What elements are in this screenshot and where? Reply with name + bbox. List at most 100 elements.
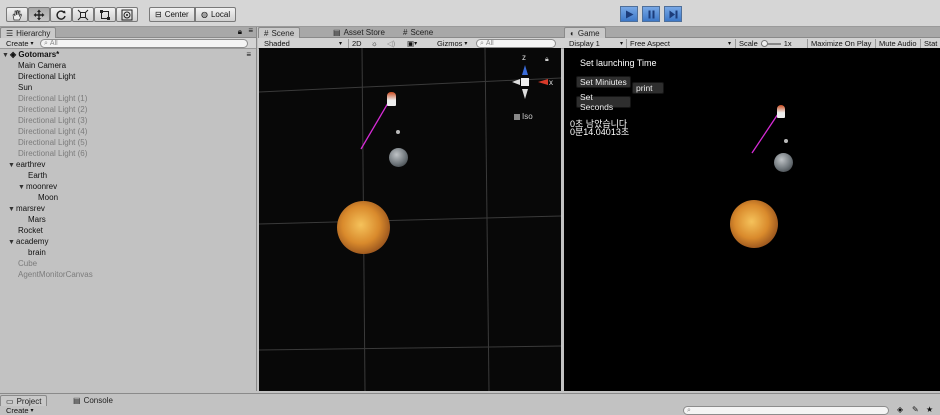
hierarchy-item-label: Directional Light (5) — [18, 138, 88, 147]
hierarchy-item[interactable]: Earth — [0, 170, 255, 181]
scale-icon — [77, 9, 89, 20]
hierarchy-item-label: Directional Light (1) — [18, 94, 88, 103]
rotate-icon — [56, 9, 66, 20]
gizmos-dropdown[interactable]: Gizmos ▾ — [434, 39, 470, 48]
hierarchy-item[interactable]: Directional Light (1) — [0, 93, 255, 104]
tab-asset-store[interactable]: ▤ Asset Store — [328, 27, 390, 38]
globe-icon: ◍ — [201, 10, 208, 19]
display-dropdown[interactable]: Display 1 ▾ — [566, 39, 626, 48]
scene-search-input[interactable]: ⌕ All — [476, 39, 556, 48]
hierarchy-item[interactable]: ▼earthrev — [0, 159, 255, 170]
audio-toggle[interactable]: ◁) — [384, 39, 398, 48]
hierarchy-item[interactable]: Directional Light (2) — [0, 104, 255, 115]
hierarchy-item-label: Directional Light (6) — [18, 149, 88, 158]
transform-tool-button[interactable] — [116, 7, 138, 22]
earth[interactable] — [389, 148, 408, 167]
stats-toggle[interactable]: Stat — [920, 39, 940, 48]
store-icon: ▤ — [333, 28, 341, 37]
effects-dropdown[interactable]: ▣ ▾ — [404, 39, 420, 48]
hierarchy-item[interactable]: Rocket — [0, 225, 255, 236]
pause-button[interactable] — [642, 6, 660, 22]
moon[interactable] — [396, 130, 400, 134]
hierarchy-item-label: academy — [16, 237, 49, 246]
filter-icon[interactable]: ◈ — [897, 405, 903, 414]
hierarchy-item[interactable]: Main Camera — [0, 60, 255, 71]
rect-tool-button[interactable] — [94, 7, 116, 22]
tab-console[interactable]: ▤ Console — [68, 395, 118, 406]
lock-icon[interactable]: 🔒︎ — [238, 27, 242, 37]
rocket[interactable] — [387, 92, 396, 106]
iso-toggle[interactable]: Iso — [514, 112, 533, 121]
game-viewport[interactable]: Set launching Time Set Miniutes print Se… — [564, 48, 940, 391]
tab-hierarchy[interactable]: ☰ Hierarchy — [0, 27, 57, 38]
hierarchy-item-label: earthrev — [16, 160, 46, 169]
hierarchy-item[interactable]: Cube — [0, 258, 255, 269]
scale-tool-button[interactable] — [72, 7, 94, 22]
hand-tool-button[interactable] — [6, 7, 28, 22]
tab-project-label: Project — [16, 396, 42, 406]
star-icon[interactable]: ★ — [926, 405, 933, 414]
step-icon — [669, 10, 677, 18]
hierarchy-item[interactable]: ▼academy — [0, 236, 255, 247]
shading-dropdown[interactable]: Shaded ▾ — [261, 39, 345, 48]
panel-menu-icon[interactable]: ≡ — [248, 26, 253, 35]
scene-menu-icon[interactable]: ≡ — [246, 49, 251, 60]
hierarchy-item[interactable]: Moon — [0, 192, 255, 203]
hierarchy-item-label: moonrev — [26, 182, 58, 191]
lighting-toggle[interactable]: ☼ — [368, 39, 381, 48]
hierarchy-item[interactable]: Sun — [0, 82, 255, 93]
hierarchy-item[interactable]: Directional Light — [0, 71, 255, 82]
hierarchy-item[interactable]: Directional Light (5) — [0, 137, 255, 148]
mute-audio-toggle[interactable]: Mute Audio — [875, 39, 920, 48]
hierarchy-item-label: brain — [28, 248, 46, 257]
pacman-icon: ◐ — [570, 28, 575, 38]
create-label: Create — [6, 39, 29, 48]
hierarchy-item-label: marsrev — [16, 204, 45, 213]
aspect-dropdown[interactable]: Free Aspect ▾ — [626, 39, 734, 48]
mars[interactable] — [337, 201, 390, 254]
hierarchy-search-input[interactable]: ⌕ All — [40, 39, 248, 48]
tab-scene[interactable]: # Scene — [258, 27, 301, 38]
scale-slider[interactable]: Scale 1x — [735, 39, 795, 48]
hierarchy-item[interactable]: AgentMonitorCanvas — [0, 269, 255, 280]
hierarchy-item-label: Directional Light (3) — [18, 116, 88, 125]
scene-viewport[interactable]: z x 🔒︎ Iso — [259, 48, 561, 391]
image-icon: ▣ — [407, 39, 415, 48]
tab-project[interactable]: ▭ Project — [0, 395, 48, 406]
hierarchy-item[interactable]: Directional Light (4) — [0, 126, 255, 137]
chevron-down-icon: ▾ — [619, 41, 623, 47]
hierarchy-item[interactable]: brain — [0, 247, 255, 258]
shading-label: Shaded — [264, 39, 290, 48]
tag-icon[interactable]: ✎ — [912, 405, 919, 414]
slider-thumb[interactable] — [760, 39, 768, 47]
tab-hierarchy-label: Hierarchy — [16, 28, 51, 38]
space-toggle[interactable]: ◍ Local — [195, 7, 237, 22]
speaker-icon: ◁) — [387, 39, 396, 48]
rotate-tool-button[interactable] — [50, 7, 72, 22]
chevron-down-icon: ▾ — [464, 41, 468, 47]
hierarchy-item[interactable]: Mars — [0, 214, 255, 225]
pivot-label: Center — [164, 10, 189, 19]
step-button[interactable] — [664, 6, 682, 22]
hierarchy-item[interactable]: ▼moonrev — [0, 181, 255, 192]
hierarchy-item[interactable]: ▼marsrev — [0, 203, 255, 214]
play-button[interactable] — [620, 6, 638, 22]
gizmo-lock-icon[interactable]: 🔒︎ — [545, 56, 549, 64]
tab-scene-2[interactable]: # Scene — [398, 27, 438, 38]
orientation-gizmo[interactable]: z x 🔒︎ — [504, 53, 554, 109]
tab-game[interactable]: ◐ Game — [564, 27, 606, 38]
chevron-down-icon: ▾ — [727, 41, 731, 47]
game-tabbar: ◐ Game — [562, 27, 940, 38]
move-tool-button[interactable] — [28, 7, 50, 22]
scene-root-row[interactable]: ▼◈ Gotomars* ≡ — [0, 49, 255, 60]
2d-toggle[interactable]: 2D — [348, 39, 365, 48]
hierarchy-item[interactable]: Directional Light (6) — [0, 148, 255, 159]
create-dropdown[interactable]: Create ▾ — [3, 39, 37, 48]
hierarchy-panel: ☰ Hierarchy 🔒︎ ≡ Create ▾ ⌕ All ▼◈ Gotom… — [0, 26, 257, 391]
hierarchy-item-label: Sun — [18, 83, 33, 92]
hierarchy-item-label: Main Camera — [18, 61, 67, 70]
maximize-on-play-toggle[interactable]: Maximize On Play — [807, 39, 874, 48]
pivot-toggle[interactable]: ⊟ Center — [149, 7, 195, 22]
hierarchy-item[interactable]: Directional Light (3) — [0, 115, 255, 126]
tab-asset-store-label: Asset Store — [343, 28, 385, 37]
